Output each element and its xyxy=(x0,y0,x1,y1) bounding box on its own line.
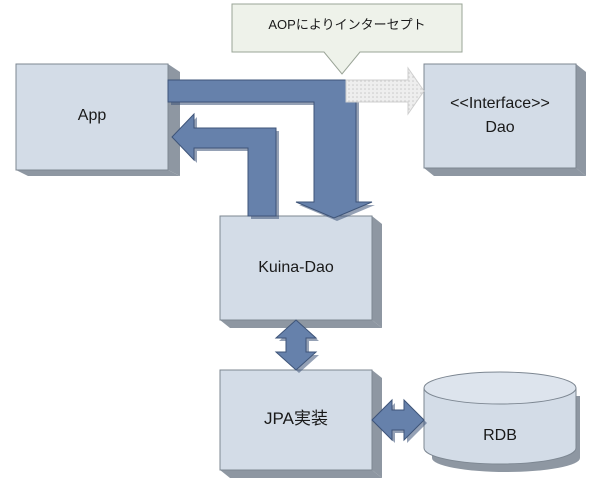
callout-text: AOPによりインターセプト xyxy=(268,17,425,32)
app-label: App xyxy=(78,107,107,124)
kuina-dao-label: Kuina-Dao xyxy=(258,259,334,276)
interface-dao-label: Dao xyxy=(485,119,514,136)
architecture-diagram: AOPによりインターセプト App <<Interface>> Dao Kuin… xyxy=(15,3,586,478)
interface-dao-box: <<Interface>> Dao xyxy=(423,63,586,176)
jpa-label: JPA実装 xyxy=(264,409,328,428)
kuina-to-app-arrow xyxy=(171,112,279,219)
kuina-dao-box: Kuina-Dao xyxy=(219,215,382,328)
rdb-label: RDB xyxy=(483,427,517,444)
interface-stereotype-label: <<Interface>> xyxy=(450,95,550,112)
diagram-canvas: AOPによりインターセプト App <<Interface>> Dao Kuin… xyxy=(0,0,600,480)
app-box: App xyxy=(15,63,180,176)
rdb-cylinder: RDB xyxy=(423,371,580,472)
jpa-box: JPA実装 xyxy=(219,369,382,478)
